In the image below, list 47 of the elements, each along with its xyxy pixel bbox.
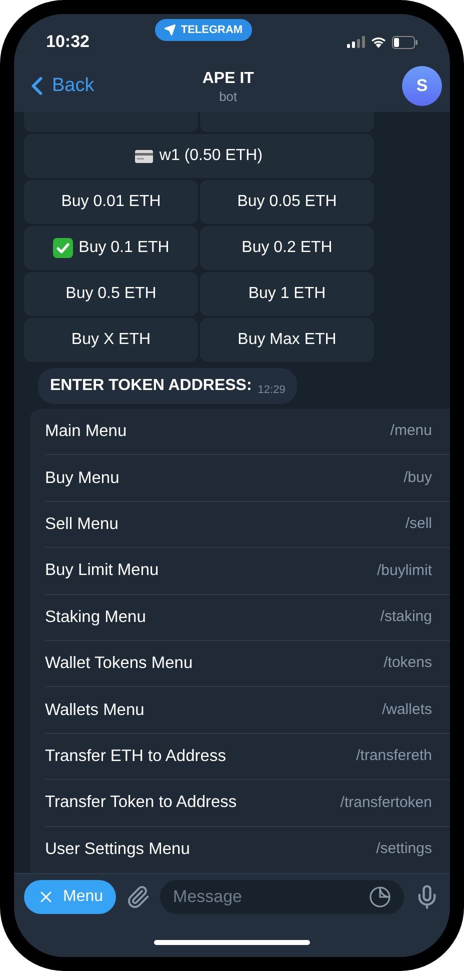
command-label: Main Menu — [45, 421, 127, 442]
message-input[interactable]: Message — [173, 884, 369, 910]
buy-button[interactable]: Buy 0.5 ETH — [24, 272, 198, 316]
buy-button[interactable]: Buy 0.05 ETH — [200, 180, 374, 224]
buy-button[interactable]: Buy X ETH — [24, 318, 198, 362]
command-label: Transfer Token to Address — [45, 792, 237, 814]
buy-button[interactable]: Buy Max ETH — [200, 318, 374, 362]
buy-button[interactable]: Buy 1 ETH — [200, 272, 374, 316]
command-label: Wallets Menu — [45, 700, 144, 721]
command-label: Buy Menu — [45, 468, 120, 489]
command-item[interactable]: Transfer ETH to Address /transfereth — [45, 734, 450, 780]
command-item[interactable]: Wallets Menu /wallets — [45, 687, 450, 734]
command-label: Transfer ETH to Address — [45, 746, 226, 768]
command-label: Buy Limit Menu — [45, 560, 159, 582]
command-item[interactable]: Transfer Token to Address /transfertoken — [45, 780, 450, 827]
command-name: /buy — [404, 468, 432, 488]
chat-subtitle: bot — [219, 88, 238, 104]
command-label: Sell Menu — [45, 514, 118, 536]
buy-button[interactable]: Buy 0.01 ETH — [24, 180, 198, 224]
command-item[interactable]: Wallet Tokens Menu /tokens — [45, 640, 450, 688]
command-label: Staking Menu — [45, 606, 146, 628]
command-item[interactable]: Main Menu /menu — [45, 409, 450, 456]
command-label: User Settings Menu — [45, 839, 190, 860]
command-item[interactable]: Buy Limit Menu /buylimit — [45, 548, 450, 595]
clock: 10:32 — [46, 31, 90, 54]
message-time: 12:29 — [258, 382, 286, 398]
command-name: /transfereth — [356, 746, 432, 766]
command-name: /staking — [380, 607, 432, 627]
command-name: /menu — [390, 421, 432, 442]
command-item[interactable]: Sell Menu /sell — [45, 502, 450, 548]
command-name: /buylimit — [376, 560, 432, 581]
buy-button[interactable]: Buy 0.1 ETH — [24, 226, 198, 270]
command-name: /sell — [405, 514, 432, 534]
chat-title: APE IT — [202, 68, 254, 88]
message-field[interactable]: Message — [160, 880, 404, 914]
command-name: /tokens — [384, 653, 432, 674]
command-name: /wallets — [382, 700, 432, 720]
command-item[interactable]: Buy Menu /buy — [45, 455, 450, 502]
command-label: Wallet Tokens Menu — [45, 653, 193, 674]
command-item[interactable]: Staking Menu /staking — [45, 594, 450, 641]
command-name: /transfertoken — [340, 792, 432, 813]
wallet-button[interactable]: w1 (0.50 ETH) — [24, 134, 374, 178]
command-item[interactable]: User Settings Menu /settings — [45, 826, 450, 873]
back-button[interactable]: Back — [22, 71, 94, 101]
buy-button[interactable]: Buy 0.2 ETH — [200, 226, 374, 270]
message-text: ENTER TOKEN ADDRESS: — [50, 376, 252, 396]
command-name: /settings — [376, 839, 432, 860]
